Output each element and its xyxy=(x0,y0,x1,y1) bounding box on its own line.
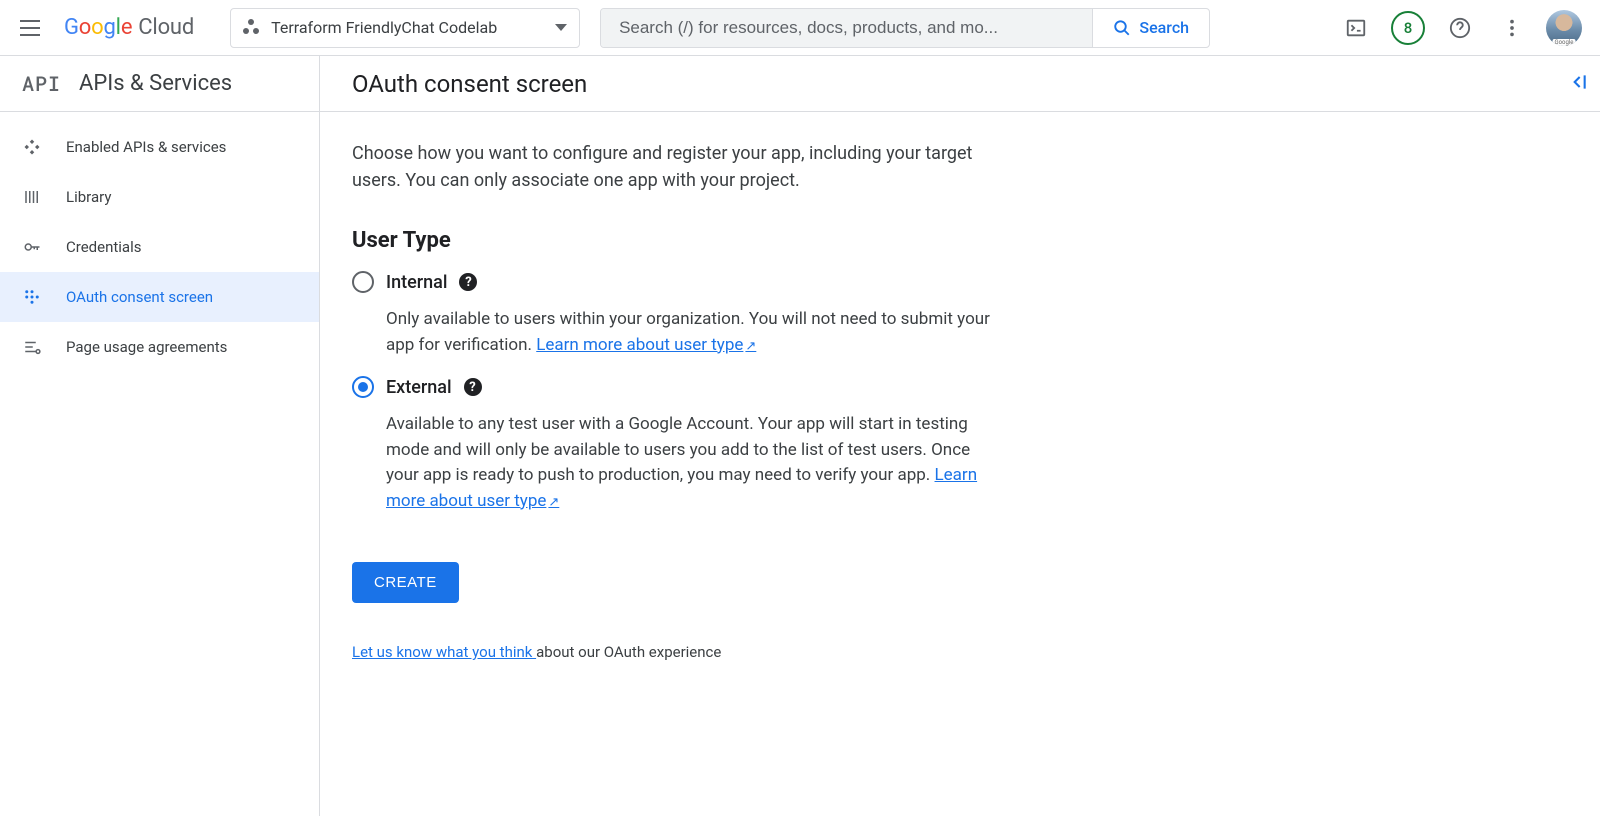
search-button-label: Search xyxy=(1139,18,1189,37)
external-link-icon: ↗ xyxy=(745,339,756,354)
sidebar-item-oauth-consent[interactable]: OAuth consent screen xyxy=(0,272,319,322)
cloud-word: Cloud xyxy=(138,15,194,40)
feedback-line: Let us know what you think about our OAu… xyxy=(352,643,1008,661)
page-title: OAuth consent screen xyxy=(320,56,1600,112)
create-button[interactable]: CREATE xyxy=(352,562,459,603)
sidebar-item-label: OAuth consent screen xyxy=(66,288,213,306)
trial-badge[interactable]: 8 xyxy=(1388,8,1428,48)
project-name: Terraform FriendlyChat Codelab xyxy=(271,18,545,37)
sidebar-item-label: Enabled APIs & services xyxy=(66,138,226,156)
help-icon[interactable]: ? xyxy=(464,378,482,396)
avatar: Google xyxy=(1546,10,1582,46)
feedback-link[interactable]: Let us know what you think xyxy=(352,643,536,661)
sidebar-item-agreements[interactable]: Page usage agreements xyxy=(0,322,319,372)
external-desc-text: Available to any test user with a Google… xyxy=(386,414,970,485)
sidebar-item-label: Credentials xyxy=(66,238,141,256)
sidebar-header[interactable]: API APIs & Services xyxy=(0,56,319,112)
chevron-down-icon xyxy=(555,24,567,31)
topbar: Google Cloud Terraform FriendlyChat Code… xyxy=(0,0,1600,56)
help-icon[interactable] xyxy=(1440,8,1480,48)
radio-external-label: External xyxy=(386,377,452,398)
search-bar: Search xyxy=(600,8,1210,48)
search-input[interactable] xyxy=(601,9,1092,47)
sidebar-title: APIs & Services xyxy=(79,71,232,96)
more-menu-icon[interactable] xyxy=(1492,8,1532,48)
google-cloud-logo[interactable]: Google Cloud xyxy=(64,15,194,40)
external-link-icon: ↗ xyxy=(548,495,559,510)
radio-internal[interactable] xyxy=(352,271,374,293)
collapse-panel-icon[interactable] xyxy=(1568,72,1588,97)
internal-learn-more-link[interactable]: Learn more about user type↗ xyxy=(536,335,756,355)
sidebar-item-credentials[interactable]: Credentials xyxy=(0,222,319,272)
project-icon xyxy=(243,19,261,37)
agreements-icon xyxy=(22,337,42,357)
diamond-move-icon xyxy=(22,137,42,157)
consent-icon xyxy=(22,287,42,307)
external-description: Available to any test user with a Google… xyxy=(386,412,1006,514)
search-button[interactable]: Search xyxy=(1092,9,1209,47)
radio-external[interactable] xyxy=(352,376,374,398)
sidebar-item-label: Page usage agreements xyxy=(66,338,227,356)
radio-internal-label: Internal xyxy=(386,272,447,293)
help-icon[interactable]: ? xyxy=(459,273,477,291)
intro-text: Choose how you want to configure and reg… xyxy=(352,140,1008,194)
hamburger-menu-icon[interactable] xyxy=(16,16,40,40)
badge-value: 8 xyxy=(1391,11,1425,45)
search-icon xyxy=(1113,19,1131,37)
cloud-shell-icon[interactable] xyxy=(1336,8,1376,48)
key-icon xyxy=(22,237,42,257)
sidebar-item-enabled-apis[interactable]: Enabled APIs & services xyxy=(0,122,319,172)
feedback-suffix: about our OAuth experience xyxy=(536,643,721,661)
internal-description: Only available to users within your orga… xyxy=(386,307,1006,358)
sidebar: API APIs & Services Enabled APIs & servi… xyxy=(0,56,320,816)
sidebar-item-label: Library xyxy=(66,188,111,206)
api-badge-icon: API xyxy=(22,71,61,97)
account-avatar[interactable]: Google xyxy=(1544,8,1584,48)
user-type-internal-row: Internal ? xyxy=(352,271,1008,293)
sidebar-item-library[interactable]: Library xyxy=(0,172,319,222)
user-type-heading: User Type xyxy=(352,228,1008,253)
project-picker[interactable]: Terraform FriendlyChat Codelab xyxy=(230,8,580,48)
library-icon xyxy=(22,187,42,207)
main-content: OAuth consent screen Choose how you want… xyxy=(320,56,1600,816)
user-type-external-row: External ? xyxy=(352,376,1008,398)
